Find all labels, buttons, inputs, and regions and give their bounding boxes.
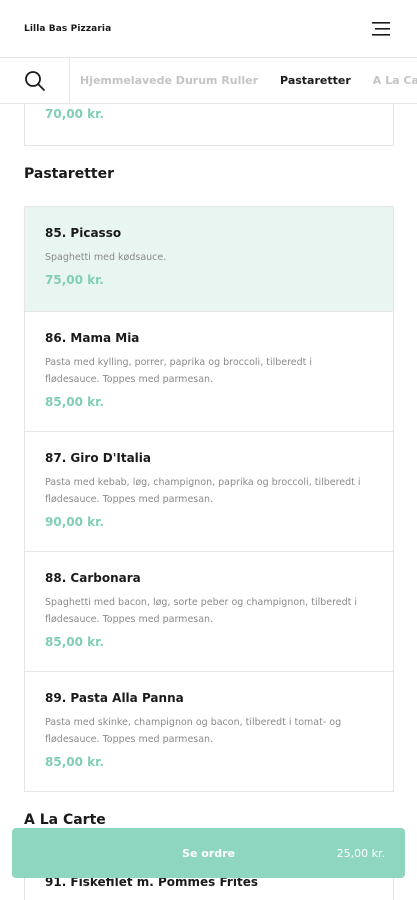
category-bar: Hjemmelavede Durum Ruller Pastaretter A …	[0, 58, 417, 104]
item-price: 85,00 kr.	[45, 635, 104, 649]
section-title: A La Carte	[24, 812, 106, 828]
menu-item-card[interactable]: 88. Carbonara Spaghetti med bacon, løg, …	[24, 551, 394, 672]
item-name: 86. Mama Mia	[45, 331, 140, 345]
search-icon[interactable]	[0, 58, 70, 103]
item-description: Spaghetti med kødsauce.	[45, 252, 167, 263]
item-price: 85,00 kr.	[45, 755, 104, 769]
menu-item-card[interactable]: 70,00 kr.	[24, 104, 394, 146]
item-name: 87. Giro D'Italia	[45, 451, 151, 465]
tab-pastaretter[interactable]: Pastaretter	[280, 74, 351, 87]
item-name: 85. Picasso	[45, 226, 122, 240]
menu-item-card[interactable]: 85. Picasso Spaghetti med kødsauce. 75,0…	[24, 206, 394, 312]
menu-content: 70,00 kr. Pastaretter 85. Picasso Spaghe…	[0, 104, 417, 900]
item-name: 88. Carbonara	[45, 571, 141, 585]
item-name: 89. Pasta Alla Panna	[45, 691, 184, 705]
item-description: Pasta med kebab, løg, champignon, paprik…	[45, 477, 361, 505]
item-price: 90,00 kr.	[45, 515, 104, 529]
tab-durum-ruller[interactable]: Hjemmelavede Durum Ruller	[80, 74, 258, 87]
menu-item-card[interactable]: 87. Giro D'Italia Pasta med kebab, løg, …	[24, 431, 394, 552]
menu-item-card[interactable]: 89. Pasta Alla Panna Pasta med skinke, c…	[24, 671, 394, 792]
menu-item-card[interactable]: 86. Mama Mia Pasta med kylling, porrer, …	[24, 311, 394, 432]
tab-a-la-carte[interactable]: A La Carte	[373, 74, 417, 87]
item-price: 75,00 kr.	[45, 273, 104, 287]
brand-name[interactable]: Lilla Bas Pizzaria	[24, 24, 111, 34]
item-description: Pasta med kylling, porrer, paprika og br…	[45, 357, 313, 385]
app-header: Lilla Bas Pizzaria	[0, 0, 417, 58]
section-title: Pastaretter	[24, 166, 114, 182]
item-price: 70,00 kr.	[45, 107, 104, 121]
order-total: 25,00 kr.	[336, 846, 385, 860]
item-description: Pasta med skinke, champignon og bacon, t…	[45, 717, 342, 745]
category-tabs: Hjemmelavede Durum Ruller Pastaretter A …	[70, 74, 417, 87]
item-price: 85,00 kr.	[45, 395, 104, 409]
view-order-button[interactable]: Se ordre 25,00 kr.	[12, 828, 405, 878]
menu-icon[interactable]	[369, 17, 393, 41]
item-description: Spaghetti med bacon, løg, sorte peber og…	[45, 597, 358, 625]
